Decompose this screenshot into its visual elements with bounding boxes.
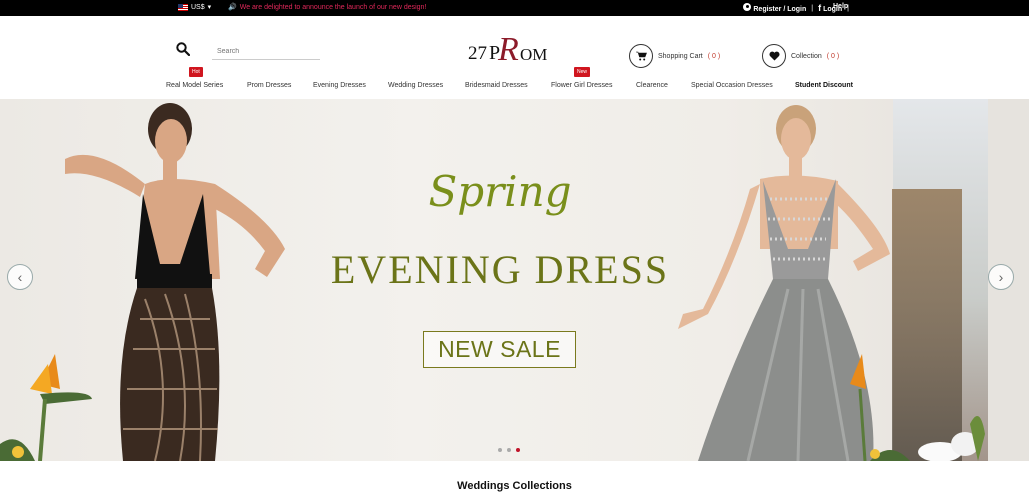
us-flag-icon (178, 3, 188, 11)
separator: | (811, 4, 814, 12)
new-sale-button[interactable]: NEW SALE (423, 331, 576, 368)
nav-item-special-occasion-dresses[interactable]: Special Occasion Dresses (691, 82, 773, 89)
main-nav: Real Model Series Prom Dresses Evening D… (0, 82, 1029, 96)
next-slide-button[interactable]: › (988, 264, 1014, 290)
nav-item-real-model-series[interactable]: Real Model Series (166, 82, 223, 89)
slide-dot[interactable] (498, 448, 502, 452)
chevron-right-icon: › (998, 269, 1004, 285)
cart-count: ( 0 ) (707, 52, 721, 60)
currency-selector[interactable]: US$ ▾ (178, 3, 211, 11)
logo-text: R (498, 31, 519, 68)
nav-item-wedding-dresses[interactable]: Wedding Dresses (388, 82, 443, 89)
logo-text: 27 (468, 43, 487, 64)
cart-icon (629, 44, 653, 68)
top-bar: US$ ▾ 🔊 We are delighted to announce the… (0, 0, 1029, 16)
white-flowers-image (850, 354, 985, 461)
facebook-icon: f (818, 3, 822, 13)
new-badge: New (574, 67, 591, 77)
prev-slide-button[interactable]: ‹ (7, 264, 33, 290)
collection-count: ( 0 ) (826, 52, 840, 60)
chevron-left-icon: ‹ (17, 269, 23, 285)
user-icon (743, 3, 752, 11)
announcement-text: We are delighted to announce the launch … (239, 3, 427, 11)
search-icon[interactable] (176, 42, 190, 56)
register-login-label: Register / Login (753, 6, 807, 13)
currency-label: US$ (191, 3, 205, 11)
nav-item-clearence[interactable]: Clearence (636, 82, 668, 89)
help-link[interactable]: Help (833, 3, 848, 10)
cart-label: Shopping Cart (658, 52, 703, 60)
announcement[interactable]: 🔊 We are delighted to announce the launc… (228, 3, 427, 12)
nav-item-flower-girl-dresses[interactable]: Flower Girl Dresses (551, 82, 612, 89)
nav-item-bridesmaid-dresses[interactable]: Bridesmaid Dresses (465, 82, 528, 89)
shopping-cart-button[interactable]: Shopping Cart ( 0 ) (629, 44, 720, 68)
slide-dot[interactable] (507, 448, 511, 452)
search-input[interactable] (212, 44, 320, 60)
register-login-link[interactable]: Register / Login (743, 3, 806, 13)
hero-banner[interactable]: Spring EVENING DRESS NEW SALE ‹ › (0, 99, 1029, 461)
slide-indicators (498, 448, 520, 452)
heart-icon (762, 44, 786, 68)
chevron-down-icon: ▾ (207, 4, 212, 11)
bird-of-paradise-flower-image (0, 354, 92, 461)
logo-text: OM (520, 45, 548, 64)
collection-label: Collection (791, 52, 822, 60)
section-title: Weddings Collections (457, 480, 572, 492)
collection-button[interactable]: Collection ( 0 ) (762, 44, 839, 68)
nav-item-evening-dresses[interactable]: Evening Dresses (313, 82, 366, 89)
hot-badge: Hot (189, 67, 203, 77)
nav-item-prom-dresses[interactable]: Prom Dresses (247, 82, 291, 89)
site-logo[interactable]: 27 P R OM (468, 31, 552, 71)
slide-dot-active[interactable] (516, 448, 520, 452)
nav-item-student-discount[interactable]: Student Discount (795, 82, 853, 89)
speaker-icon: 🔊 (228, 4, 237, 11)
